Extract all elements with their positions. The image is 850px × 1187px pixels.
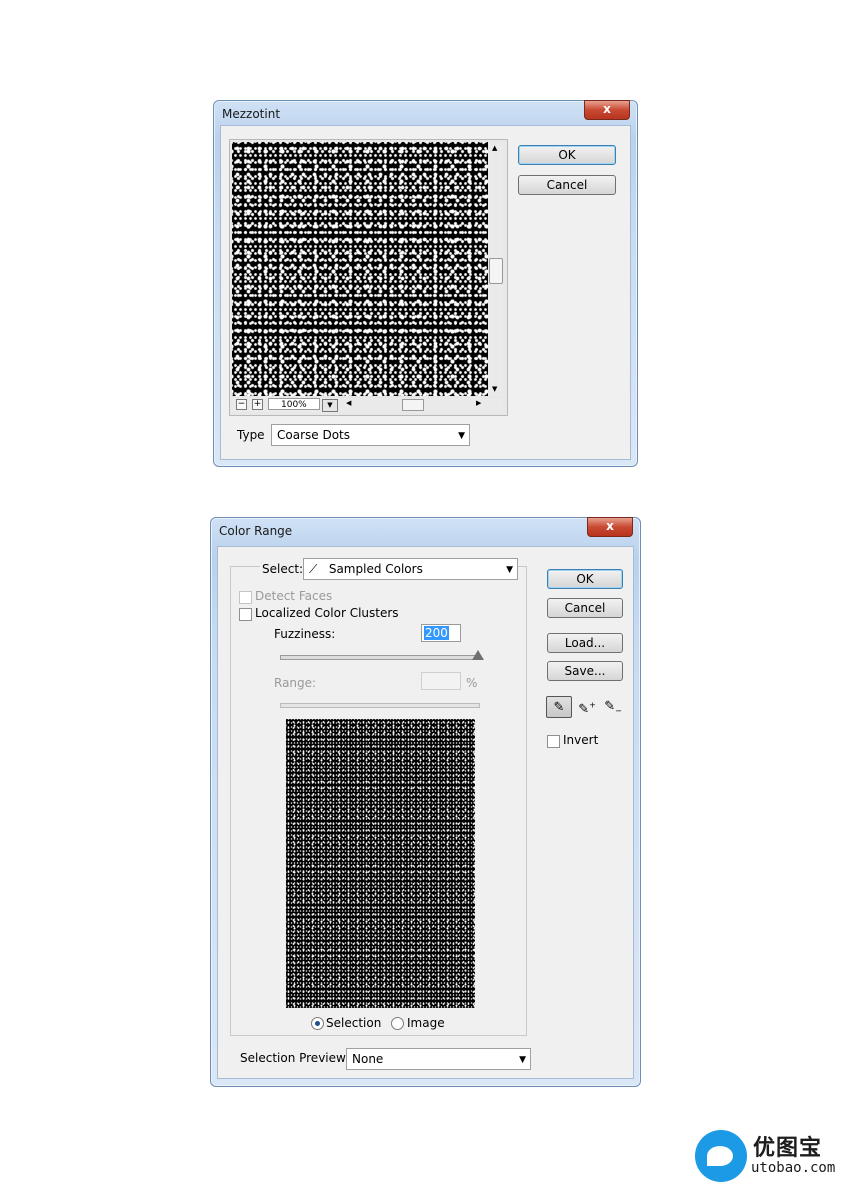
- color-range-client: Select: ⟋ Sampled Colors ▼ Detect Faces …: [217, 546, 634, 1079]
- range-slider-track[interactable]: [280, 703, 480, 708]
- color-range-close-button[interactable]: x: [587, 517, 633, 537]
- mezzotint-zoom-bar: − + 100% ▼ ◀ ▶: [232, 398, 503, 412]
- watermark-url: utobao.com: [751, 1160, 836, 1176]
- zoom-out-button[interactable]: −: [236, 399, 247, 410]
- scroll-down-icon[interactable]: ▼: [492, 385, 497, 393]
- mezzotint-title: Mezzotint: [222, 107, 281, 121]
- localized-clusters-checkbox[interactable]: [239, 608, 252, 621]
- fuzziness-input[interactable]: 200: [421, 624, 461, 642]
- selection-preview-value: None: [352, 1052, 384, 1066]
- invert-label: Invert: [563, 733, 599, 747]
- selection-preview-select[interactable]: None ▼: [346, 1048, 531, 1070]
- mezzotint-close-button[interactable]: x: [584, 100, 630, 120]
- selection-label: Selection: [326, 1016, 382, 1030]
- eyedropper-tool-button[interactable]: ✎: [546, 696, 572, 718]
- zoom-field[interactable]: 100%: [268, 398, 320, 410]
- mezzotint-vscrollbar[interactable]: ▲ ▼: [489, 142, 503, 396]
- save-button[interactable]: Save...: [547, 661, 623, 681]
- zoom-in-button[interactable]: +: [252, 399, 263, 410]
- radio-dot-icon: [315, 1021, 320, 1026]
- eyedropper-plus-tool-button[interactable]: ✎+: [576, 696, 598, 718]
- mezzotint-dialog: Mezzotint x ▲ ▼ − + 100% ▼ ◀ ▶ OK Cancel…: [213, 100, 638, 467]
- type-label: Type: [237, 428, 265, 442]
- select-dropdown[interactable]: ⟋ Sampled Colors ▼: [303, 558, 518, 580]
- color-range-ok-button[interactable]: OK: [547, 569, 623, 589]
- fuzziness-label: Fuzziness:: [274, 627, 336, 641]
- zoom-dropdown-button[interactable]: ▼: [322, 399, 338, 412]
- chevron-down-icon: ▼: [458, 431, 465, 441]
- selection-preview-label: Selection Preview:: [240, 1051, 350, 1065]
- select-label: Select:: [260, 562, 306, 576]
- scroll-left-icon[interactable]: ◀: [346, 399, 351, 407]
- selection-radio[interactable]: [311, 1017, 324, 1030]
- chevron-down-icon: ▼: [519, 1055, 526, 1065]
- range-label: Range:: [274, 676, 317, 690]
- range-unit: %: [466, 676, 478, 690]
- fuzziness-value: 200: [424, 626, 449, 640]
- select-value: Sampled Colors: [328, 562, 423, 576]
- localized-clusters-label: Localized Color Clusters: [255, 606, 399, 620]
- type-value: Coarse Dots: [277, 428, 350, 442]
- load-button[interactable]: Load...: [547, 633, 623, 653]
- chevron-down-icon: ▼: [506, 565, 513, 575]
- scrollbar-thumb[interactable]: [489, 258, 503, 284]
- eyedropper-minus-icon: ✎−: [604, 699, 622, 716]
- color-range-cancel-button[interactable]: Cancel: [547, 598, 623, 618]
- eyedropper-icon: ⟋: [309, 562, 318, 576]
- zoom-value: 100%: [281, 400, 307, 410]
- watermark-brand: 优图宝: [753, 1136, 823, 1161]
- mezzotint-client: ▲ ▼ − + 100% ▼ ◀ ▶ OK Cancel Type Coarse…: [220, 125, 631, 460]
- scroll-right-icon[interactable]: ▶: [476, 399, 481, 407]
- selection-preview: [286, 719, 475, 1008]
- detect-faces-label: Detect Faces: [255, 589, 333, 603]
- image-radio[interactable]: [391, 1017, 404, 1030]
- image-label: Image: [407, 1016, 445, 1030]
- bird-logo-icon: [695, 1130, 747, 1182]
- mezzotint-preview: [232, 142, 488, 396]
- fuzziness-slider-thumb[interactable]: [472, 650, 484, 660]
- color-range-dialog: Color Range x Select: ⟋ Sampled Colors ▼…: [210, 517, 641, 1087]
- mezzotint-cancel-button[interactable]: Cancel: [518, 175, 616, 195]
- eyedropper-icon: ✎: [553, 700, 565, 715]
- mezzotint-ok-button[interactable]: OK: [518, 145, 616, 165]
- type-select[interactable]: Coarse Dots ▼: [271, 424, 470, 446]
- hscrollbar-thumb[interactable]: [402, 399, 424, 411]
- scroll-up-icon[interactable]: ▲: [492, 144, 497, 152]
- range-input[interactable]: [421, 672, 461, 690]
- fuzziness-slider-track[interactable]: [280, 655, 480, 660]
- color-range-title: Color Range: [219, 524, 293, 538]
- invert-checkbox[interactable]: [547, 735, 560, 748]
- eyedropper-minus-tool-button[interactable]: ✎−: [602, 696, 624, 716]
- eyedropper-plus-icon: ✎+: [578, 701, 596, 718]
- detect-faces-checkbox[interactable]: [239, 591, 252, 604]
- mezzotint-preview-frame: ▲ ▼ − + 100% ▼ ◀ ▶: [229, 139, 508, 416]
- watermark: 优图宝 utobao.com: [695, 1128, 845, 1184]
